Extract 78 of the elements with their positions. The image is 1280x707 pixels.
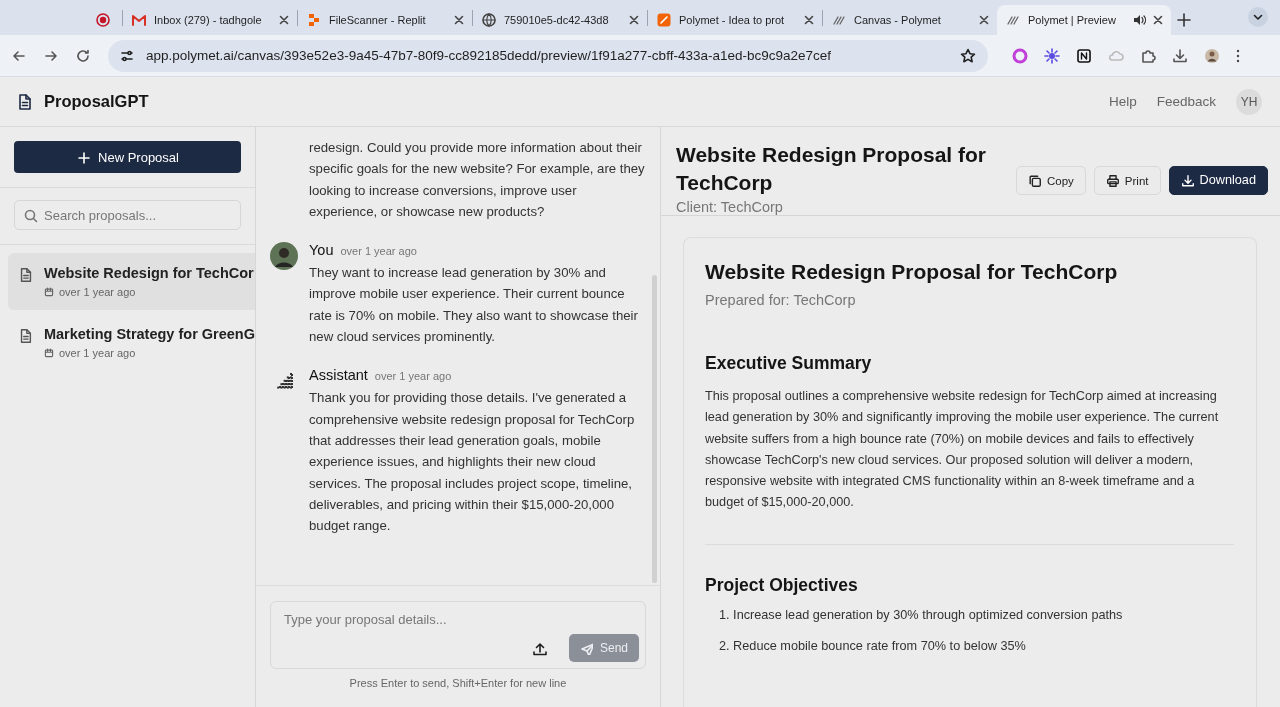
document-icon [18,327,34,345]
app-title: ProposalGPT [44,92,149,111]
proposal-item[interactable]: Website Redesign for TechCor over 1 year ago [8,253,255,310]
proposal-date: over 1 year ago [58,347,136,359]
squares-icon [306,12,322,28]
section-heading: Executive Summary [705,353,873,374]
close-icon[interactable] [629,15,639,25]
proposal-item[interactable]: Marketing Strategy for GreenG over 1 year ago [8,314,255,371]
mail-icon [131,12,147,28]
input-hint: Press Enter to send, Shift+Enter for new line [348,677,568,689]
close-icon[interactable] [804,15,814,25]
puzzle-icon[interactable] [1140,47,1156,64]
reload-icon[interactable] [76,48,90,63]
download-icon [1180,173,1195,188]
record-icon [95,12,111,28]
close-icon[interactable] [1153,15,1163,25]
browser-tab[interactable]: Inbox (279) - tadhgole [123,5,297,35]
copy-button[interactable]: Copy [1016,166,1086,195]
close-icon[interactable] [454,15,464,25]
close-icon[interactable] [979,15,989,25]
message-author: Assistant [309,367,368,384]
new-proposal-button[interactable]: New Proposal [14,141,241,173]
site-settings-icon[interactable] [120,48,134,63]
header-link[interactable]: Help [1108,94,1137,109]
message-time: over 1 year ago [374,370,452,383]
message-text: They want to increase lead generation by 30% and improve mobile user experience. Their current bounce rate is 70% on mobile. They also want to showcase their new cloud services prominently. [309,264,639,347]
proposal-title: Marketing Strategy for GreenG [43,326,255,342]
message-text: redesign. Could you provide more information about their specific goals for the new website? For example, are they looking to increase conversions, improve user experience, or showcase new products? [309,139,646,221]
user-avatar[interactable]: YH [1236,88,1262,115]
globe-icon [481,12,497,28]
document-subtitle: Prepared for: TechCorp [705,292,857,308]
copy-icon [1028,173,1042,188]
section-heading: Project Objectives [705,574,859,596]
upload-icon[interactable] [531,640,547,656]
user-avatar [270,242,298,271]
speaker-icon[interactable] [1132,13,1146,27]
header-link[interactable]: Feedback [1156,94,1216,109]
list-item: 2. Reduce mobile bounce rate from 70% to below 35% [718,638,1027,653]
color-ring-icon[interactable] [1012,47,1028,64]
address-field[interactable]: app.polymet.ai/canvas/393e52e3-9a45-47b7-80f9-cc892185dedd/preview/1f91a277-cbff-433a-a1ed-bc9c9a2e7cef [108,39,988,72]
list-item: 1. Increase lead generation by 30% through optimized conversion paths [718,607,1124,622]
browser-tab[interactable]: Canvas - Polymet [823,5,997,35]
download-button[interactable]: Download [1168,166,1268,195]
browser-tab[interactable]: FileScanner - Replit [298,5,472,35]
scrollbar[interactable] [652,275,657,583]
document-title: Website Redesign Proposal for TechCorp [705,260,1119,284]
profile-icon[interactable] [1204,47,1220,64]
client-label: Client: TechCorp [676,199,784,215]
new-tab-icon[interactable] [1177,13,1191,27]
message-author: You [309,242,334,259]
search-field[interactable]: Search proposals... [14,200,241,230]
message-text: Thank you for providing those details. I've generated a comprehensive website redesign proposal for TechCorp that addresses their lead generation goals, mobile experience issues, and highlights their new cloud services. The proposal includes project scope, timeline, deliverables, and pricing within their $15,000-20,000 budget range. [309,389,636,536]
proposal-title: Website Redesign for TechCor [44,265,254,281]
download-icon[interactable] [1172,47,1188,64]
browser-tab[interactable]: Polymet - Idea to prot [648,5,822,35]
n-square-icon[interactable] [1076,47,1092,64]
slash-square-icon [656,12,672,28]
document-icon [16,92,34,111]
browser-tab[interactable]: 759010e5-dc42-43d8 [473,5,647,35]
section-paragraph: This proposal outlines a comprehensive website redesign for TechCorp aimed at increasing lead generation by 30% and significantly improving the mobile user experience. The current website suffers from a high bounce rate (70%) on mobile devices and fails to effectively showcase TechCorp's new cloud services. Our proposed solution will deliver a modern, responsive website with integrated CMS functionality within an 8-week timeframe and a budget of $15,000-20,000. [705,388,1220,512]
send-icon [579,641,593,655]
printer-icon [1105,173,1120,188]
back-icon[interactable] [12,48,26,63]
url-text: app.polymet.ai/canvas/393e52e3-9a45-47b7-80f9-cc892185dedd/preview/1f91a277-cbff-433a-a1ed-bc9c9a2e7cef [146,48,832,63]
proposal-heading: Website Redesign Proposal for TechCorp [676,142,987,196]
plus-icon [76,150,91,164]
close-icon[interactable] [279,15,289,25]
calendar-icon [43,348,54,358]
calendar-icon [44,287,54,297]
proposal-date: over 1 year ago [59,286,136,298]
forward-icon[interactable] [44,48,58,63]
bookmark-star-icon[interactable] [960,47,976,64]
document-icon [18,266,34,284]
message-time: over 1 year ago [340,245,417,258]
print-button[interactable]: Print [1093,166,1161,195]
gear-flower-icon[interactable] [1044,47,1060,64]
browser-tab[interactable]: Polymet | Preview [997,5,1171,35]
more-icon[interactable] [1236,47,1240,64]
